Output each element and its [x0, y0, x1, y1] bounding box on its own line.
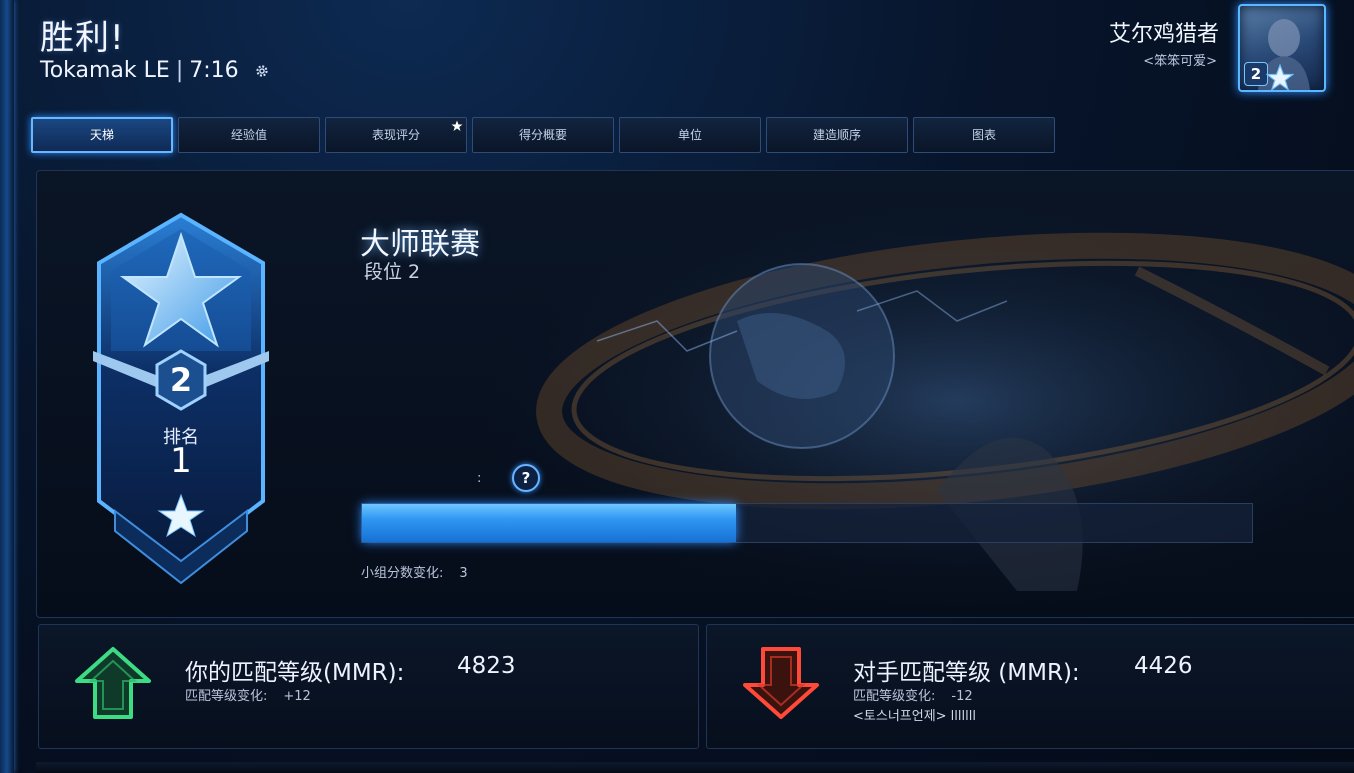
- mmr-change-value: -12: [951, 689, 973, 704]
- league-badge: 2: [93, 212, 269, 585]
- opponent-mmr-box: 对手匹配等级 (MMR): 4426 匹配等级变化: -12 <토스너프언제> l…: [706, 624, 1354, 749]
- match-info-separator: |: [175, 58, 184, 83]
- ladder-panel: 2 排名 1 大师联赛 段位 2 : ? 小组分数变化: 3: [36, 170, 1354, 618]
- points-label: :: [477, 471, 482, 486]
- tab-label: 建造顺序: [812, 128, 861, 142]
- your-mmr-title: 你的匹配等级(MMR):: [185, 660, 405, 686]
- opponent-mmr-title: 对手匹配等级 (MMR):: [853, 660, 1080, 686]
- star-icon: [1266, 64, 1294, 92]
- player-clan: <笨笨可爱>: [1143, 54, 1217, 69]
- group-points-change: 小组分数变化: 3: [361, 562, 468, 581]
- tab-label: 表现评分: [371, 128, 420, 142]
- rank-value: 1: [170, 441, 192, 481]
- result-title: 胜利!: [40, 18, 125, 58]
- tab-label: 得分概要: [518, 128, 567, 142]
- tab-performance[interactable]: 表现评分: [325, 117, 467, 153]
- left-frame-edge: [0, 0, 14, 773]
- ladder-progress-bar: [361, 503, 1253, 543]
- league-tier: 段位 2: [364, 261, 421, 283]
- map-name: Tokamak LE: [40, 58, 170, 83]
- portrait-rank-badge: 2: [1244, 62, 1268, 86]
- mmr-change-label: 匹配等级变化:: [853, 689, 936, 704]
- match-duration: 7:16: [189, 58, 239, 83]
- tab-label: 单位: [677, 128, 702, 142]
- opponent-mmr-change: 匹配等级变化: -12: [853, 685, 973, 704]
- tab-units[interactable]: 单位: [619, 117, 761, 153]
- your-mmr-change: 匹配等级变化: +12: [185, 685, 311, 704]
- tab-label: 天梯: [89, 128, 114, 142]
- mmr-change-label: 匹配等级变化:: [185, 689, 268, 704]
- match-info: Tokamak LE | 7:16: [40, 58, 269, 83]
- player-portrait[interactable]: 2: [1238, 4, 1326, 92]
- gear-icon[interactable]: [255, 64, 269, 78]
- mmr-change-value: +12: [283, 689, 311, 704]
- tab-label: 经验值: [230, 128, 267, 142]
- badge-tier-number: 2: [170, 361, 192, 399]
- tab-graphs[interactable]: 图表: [913, 117, 1055, 153]
- tab-ladder[interactable]: 天梯: [31, 117, 173, 153]
- your-mmr-value: 4823: [457, 653, 516, 679]
- group-change-value: 3: [459, 566, 468, 581]
- arrow-down-icon: [743, 647, 819, 719]
- opponent-name[interactable]: <토스너프언제> lllllll: [853, 705, 976, 724]
- help-icon[interactable]: ?: [512, 464, 540, 492]
- tab-label: 图表: [971, 128, 996, 142]
- tab-build-order[interactable]: 建造顺序: [766, 117, 908, 153]
- match-summary-screen: 胜利! Tokamak LE | 7:16 艾尔鸡猎者 <笨笨可爱> 2 天梯 …: [0, 0, 1354, 773]
- tab-bar: 天梯 经验值 表现评分 得分概要 单位 建造顺序 图表: [31, 117, 1055, 153]
- group-change-label: 小组分数变化:: [361, 566, 444, 581]
- arrow-up-icon: [75, 647, 151, 719]
- tab-experience[interactable]: 经验值: [178, 117, 320, 153]
- your-mmr-box: 你的匹配等级(MMR): 4823 匹配等级变化: +12: [38, 624, 699, 749]
- player-name: 艾尔鸡猎者: [1108, 22, 1219, 47]
- opponent-mmr-value: 4426: [1134, 653, 1193, 679]
- tab-score-summary[interactable]: 得分概要: [472, 117, 614, 153]
- ladder-progress-fill: [362, 504, 736, 542]
- bottom-frame-strip: [36, 762, 1354, 773]
- star-icon: [451, 120, 463, 131]
